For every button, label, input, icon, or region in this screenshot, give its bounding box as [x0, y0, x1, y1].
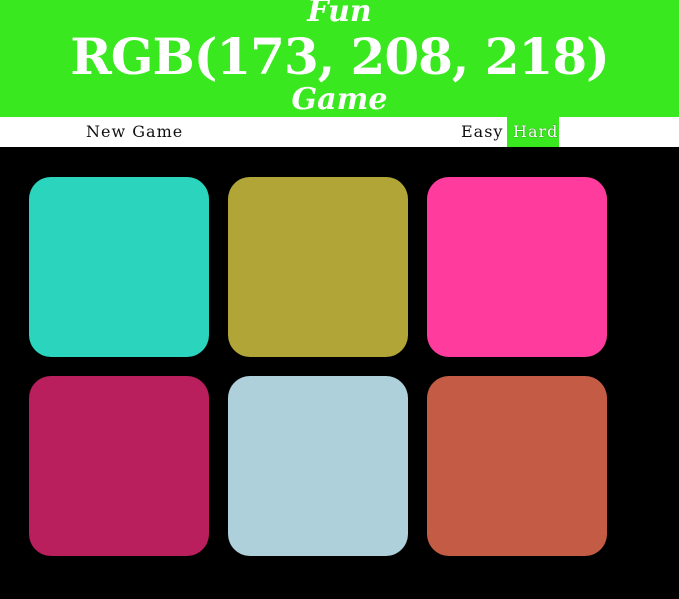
- color-square[interactable]: [228, 376, 408, 556]
- color-square[interactable]: [29, 376, 209, 556]
- title-game: Game: [291, 82, 388, 117]
- color-square[interactable]: [228, 177, 408, 357]
- target-rgb-title: RGB(173, 208, 218): [70, 27, 610, 86]
- new-game-button[interactable]: New Game: [80, 117, 189, 147]
- color-square[interactable]: [427, 177, 607, 357]
- easy-mode-button[interactable]: Easy: [455, 117, 509, 147]
- controls-bar: New Game Easy Hard: [0, 117, 679, 147]
- hard-mode-button[interactable]: Hard: [507, 117, 559, 147]
- color-square[interactable]: [29, 177, 209, 357]
- color-square[interactable]: [427, 376, 607, 556]
- color-board: [0, 147, 679, 599]
- title-fun: Fun: [307, 0, 372, 29]
- game-header: Fun RGB(173, 208, 218) Game: [0, 0, 679, 117]
